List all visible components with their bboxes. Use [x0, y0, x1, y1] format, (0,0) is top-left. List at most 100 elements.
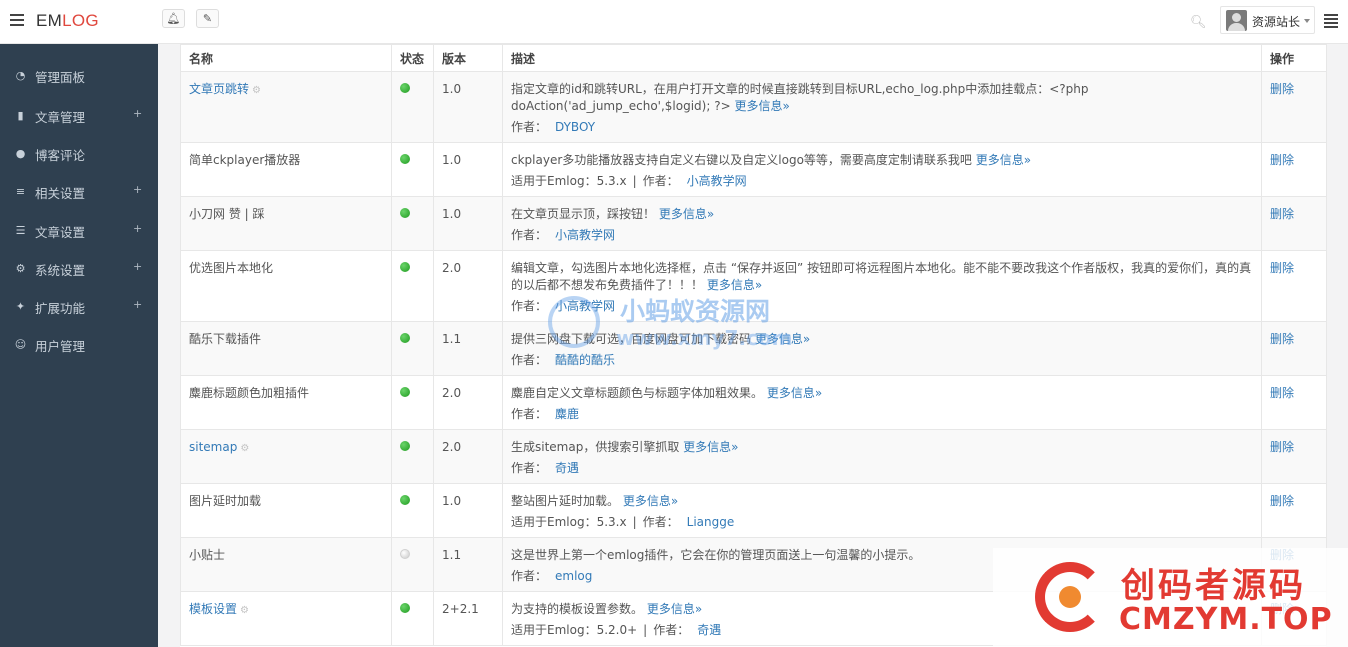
main-content: 名称 状态 版本 描述 操作 文章页跳转 ⚙ 1.0 指定文章的id和跳转URL，在用…: [158, 44, 1348, 647]
status-toggle-icon[interactable]: [400, 208, 410, 218]
settings-gear-icon[interactable]: ⚙: [240, 605, 249, 616]
plugin-status-cell: [391, 71, 434, 143]
plugin-name: 优选图片本地化: [189, 261, 274, 275]
bell-icon[interactable]: 🔔︎: [162, 9, 185, 28]
column-header-version: 版本: [433, 44, 503, 72]
plugin-action-cell: 删除: [1261, 196, 1327, 251]
settings-gear-icon[interactable]: ⚙: [252, 85, 261, 96]
brand-logo[interactable]: EMLOG: [36, 11, 99, 31]
more-info-link[interactable]: 更多信息»: [976, 153, 1031, 167]
top-bar: EMLOG 🔔︎ ✎ 🔍︎ 资源站长: [0, 0, 1348, 44]
sidebar-item-label: 用户管理: [35, 339, 86, 354]
delete-link[interactable]: 删除: [1270, 153, 1294, 167]
plugin-name[interactable]: 文章页跳转: [189, 82, 249, 96]
status-toggle-icon[interactable]: [400, 154, 410, 164]
plugin-version: 1.1: [433, 537, 503, 592]
plugin-name-cell: 模板设置 ⚙: [180, 591, 392, 646]
expand-icon: +: [133, 260, 143, 273]
plugin-name-cell: 小贴士: [180, 537, 392, 592]
delete-link[interactable]: 删除: [1270, 548, 1294, 562]
settings-gear-icon[interactable]: ⚙: [240, 443, 249, 454]
status-toggle-icon[interactable]: [400, 387, 410, 397]
plugin-meta: 作者： 麋鹿: [511, 406, 1253, 423]
plugin-name: 麋鹿标题颜色加粗插件: [189, 386, 310, 400]
sidebar-item-articles[interactable]: ▮ 文章管理 +: [0, 96, 158, 134]
plugin-version: 2+2.1: [433, 591, 503, 646]
expand-icon: +: [133, 107, 143, 120]
plugin-description-cell: 为支持的模板设置参数。 更多信息» 适用于Emlog：5.2.0+ | 作者： 奇遇: [502, 591, 1262, 646]
more-info-link[interactable]: 更多信息»: [707, 278, 762, 292]
author-link[interactable]: emlog: [555, 569, 592, 583]
author-link[interactable]: 小高教学网: [555, 299, 615, 313]
sidebar-item-label: 博客评论: [35, 148, 86, 163]
delete-link[interactable]: 删除: [1270, 386, 1294, 400]
edit-icon[interactable]: ✎: [196, 9, 219, 28]
more-info-link[interactable]: 更多信息»: [623, 494, 678, 508]
more-info-link[interactable]: 更多信息»: [659, 207, 714, 221]
bookmark-icon: ▮: [17, 109, 24, 122]
sidebar-item-comments[interactable]: ● 博客评论: [0, 134, 158, 172]
plugin-name-cell: 图片延时加载: [180, 483, 392, 538]
list-menu-icon[interactable]: [1324, 14, 1338, 28]
status-toggle-icon[interactable]: [400, 333, 410, 343]
delete-link[interactable]: 删除: [1270, 82, 1294, 96]
column-header-description: 描述: [502, 44, 1262, 72]
plugin-name-cell: 优选图片本地化: [180, 250, 392, 322]
author-link[interactable]: 奇遇: [555, 461, 579, 475]
sidebar-item-extensions[interactable]: ✦ 扩展功能 +: [0, 287, 158, 325]
sidebar-item-dashboard[interactable]: ◔ 管理面板: [0, 56, 158, 94]
more-info-link[interactable]: 更多信息»: [755, 332, 810, 346]
plugin-status-cell: [391, 537, 434, 592]
sidebar-item-label: 文章设置: [35, 225, 86, 240]
sidebar: ◔ 管理面板 ▮ 文章管理 + ● 博客评论 ≡ 相关设置 + ☰ 文章设置 +…: [0, 44, 158, 647]
status-toggle-icon[interactable]: [400, 441, 410, 451]
list-icon: ☰: [15, 224, 26, 237]
delete-link[interactable]: 删除: [1270, 440, 1294, 454]
plugin-description-cell: 指定文章的id和跳转URL，在用户打开文章的时候直接跳转到目标URL,echo_…: [502, 71, 1262, 143]
delete-link[interactable]: 删除: [1270, 332, 1294, 346]
sidebar-item-users[interactable]: ☺ 用户管理: [0, 325, 158, 363]
author-link[interactable]: 酷酷的酷乐: [555, 353, 615, 367]
more-info-link[interactable]: 更多信息»: [683, 440, 738, 454]
plugin-action-cell: 删除: [1261, 429, 1327, 484]
delete-link[interactable]: 删除: [1270, 602, 1294, 616]
status-toggle-icon[interactable]: [400, 495, 410, 505]
user-menu-button[interactable]: 资源站长: [1220, 6, 1315, 34]
sidebar-item-related-settings[interactable]: ≡ 相关设置 +: [0, 172, 158, 210]
author-link[interactable]: 小高教学网: [687, 174, 747, 188]
status-toggle-icon[interactable]: [400, 549, 410, 559]
author-link[interactable]: 麋鹿: [555, 407, 579, 421]
delete-link[interactable]: 删除: [1270, 494, 1294, 508]
sidebar-item-label: 文章管理: [35, 110, 86, 125]
menu-toggle-icon[interactable]: [10, 14, 24, 26]
plugin-meta: 适用于Emlog：5.3.x | 作者： 小高教学网: [511, 174, 747, 188]
author-link[interactable]: DYBOY: [555, 120, 595, 134]
plugin-action-cell: 删除: [1261, 483, 1327, 538]
sidebar-item-label: 管理面板: [35, 70, 86, 85]
author-link[interactable]: Liangge: [687, 515, 735, 529]
author-label: 作者：: [511, 461, 548, 475]
search-icon[interactable]: 🔍︎: [1190, 15, 1207, 30]
status-toggle-icon[interactable]: [400, 262, 410, 272]
author-link[interactable]: 奇遇: [697, 623, 721, 637]
expand-icon: +: [133, 183, 143, 196]
more-info-link[interactable]: 更多信息»: [734, 99, 789, 113]
more-info-link[interactable]: 更多信息»: [647, 602, 702, 616]
plugin-name-cell: 酷乐下载插件: [180, 321, 392, 376]
sidebar-item-system-settings[interactable]: ⚙ 系统设置 +: [0, 249, 158, 287]
plugin-description: 编辑文章，勾选图片本地化选择框，点击 “保存并返回” 按钮即可将远程图片本地化。…: [511, 261, 1252, 292]
plugin-meta: 作者： 酷酷的酷乐: [511, 352, 1253, 369]
author-link[interactable]: 小高教学网: [555, 228, 615, 242]
users-icon: ☺: [14, 338, 27, 351]
status-toggle-icon[interactable]: [400, 83, 410, 93]
plugin-name[interactable]: 模板设置: [189, 602, 237, 616]
sidebar-item-article-settings[interactable]: ☰ 文章设置 +: [0, 211, 158, 249]
plugin-meta: 作者： 小高教学网: [511, 298, 1253, 315]
author-label: 作者：: [642, 515, 679, 529]
author-label: 作者：: [642, 174, 679, 188]
delete-link[interactable]: 删除: [1270, 261, 1294, 275]
status-toggle-icon[interactable]: [400, 603, 410, 613]
more-info-link[interactable]: 更多信息»: [767, 386, 822, 400]
delete-link[interactable]: 删除: [1270, 207, 1294, 221]
plugin-name[interactable]: sitemap: [189, 440, 237, 454]
